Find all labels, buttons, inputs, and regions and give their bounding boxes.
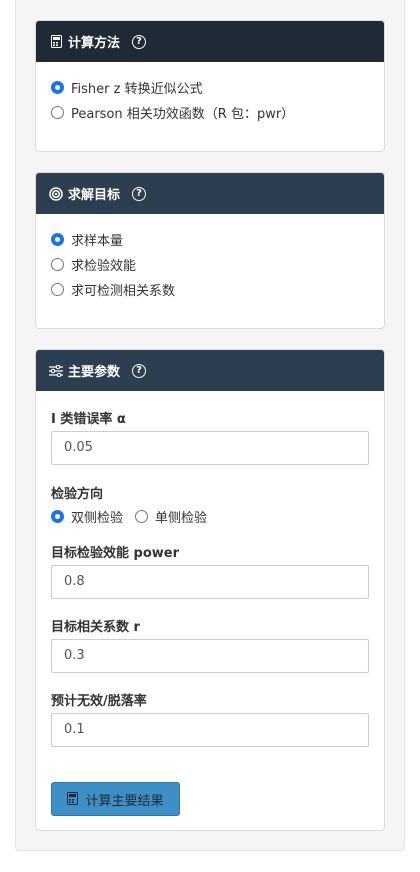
target-option-label: 求可检测相关系数 bbox=[71, 284, 176, 299]
target-option-detectable-r[interactable]: 求可检测相关系数 bbox=[36, 277, 384, 302]
sliders-icon bbox=[49, 364, 63, 378]
direction-label: 检验方向 bbox=[51, 487, 104, 502]
alpha-label: I 类错误率 α bbox=[51, 412, 126, 427]
radio-button[interactable] bbox=[51, 233, 64, 246]
method-option-label: Pearson 相关功效函数（R 包：pwr） bbox=[71, 107, 295, 122]
target-option-label: 求检验效能 bbox=[71, 259, 137, 274]
help-icon[interactable]: ? bbox=[132, 363, 147, 378]
target-option-power[interactable]: 求检验效能 bbox=[36, 252, 384, 277]
target-icon bbox=[49, 186, 63, 201]
direction-radio-group: 双侧检验 单侧检验 bbox=[51, 507, 219, 526]
method-panel-title: 计算方法 bbox=[68, 36, 121, 51]
radio-button[interactable] bbox=[51, 258, 64, 271]
params-panel-header: 主要参数 ? bbox=[36, 350, 384, 391]
radio-button[interactable] bbox=[51, 81, 64, 94]
calculator-icon bbox=[67, 792, 79, 806]
dropout-label: 预计无效/脱落率 bbox=[51, 694, 147, 709]
help-icon[interactable]: ? bbox=[132, 34, 147, 49]
params-panel: 主要参数 ? I 类错误率 α 0.05 检验方向 双侧检验 单侧检验 目标检验… bbox=[35, 349, 385, 831]
method-option-fisher[interactable]: Fisher z 转换近似公式 bbox=[36, 75, 384, 100]
r-input[interactable]: 0.3 bbox=[51, 639, 369, 673]
method-option-pearson[interactable]: Pearson 相关功效函数（R 包：pwr） bbox=[36, 100, 384, 125]
dropout-input[interactable]: 0.1 bbox=[51, 713, 369, 747]
target-option-label: 求样本量 bbox=[71, 234, 124, 249]
radio-button[interactable] bbox=[51, 510, 64, 523]
help-icon[interactable]: ? bbox=[132, 186, 147, 201]
r-label: 目标相关系数 r bbox=[51, 620, 140, 635]
sidebar-well: 计算方法 ? Fisher z 转换近似公式 Pearson 相关功效函数（R … bbox=[15, 0, 405, 851]
direction-option-label: 单侧检验 bbox=[155, 511, 208, 526]
power-label: 目标检验效能 power bbox=[51, 546, 180, 561]
compute-button[interactable]: 计算主要结果 bbox=[51, 782, 180, 816]
radio-button[interactable] bbox=[51, 283, 64, 296]
direction-option-label: 双侧检验 bbox=[71, 511, 124, 526]
alpha-input[interactable]: 0.05 bbox=[51, 431, 369, 465]
compute-button-label: 计算主要结果 bbox=[85, 793, 164, 809]
direction-option-one-sided[interactable]: 单侧检验 bbox=[135, 507, 207, 526]
params-panel-title: 主要参数 bbox=[68, 365, 121, 380]
radio-button[interactable] bbox=[135, 510, 149, 523]
power-input[interactable]: 0.8 bbox=[51, 565, 369, 599]
radio-button[interactable] bbox=[51, 106, 64, 119]
method-option-label: Fisher z 转换近似公式 bbox=[71, 82, 203, 97]
method-panel: 计算方法 ? Fisher z 转换近似公式 Pearson 相关功效函数（R … bbox=[35, 20, 385, 152]
method-panel-header: 计算方法 ? bbox=[36, 21, 384, 62]
target-panel: 求解目标 ? 求样本量 求检验效能 求可检测相关系数 bbox=[35, 172, 385, 329]
calculator-icon bbox=[49, 35, 63, 49]
target-panel-title: 求解目标 bbox=[68, 188, 121, 203]
target-panel-header: 求解目标 ? bbox=[36, 173, 384, 214]
target-option-sample-size[interactable]: 求样本量 bbox=[36, 227, 384, 252]
direction-option-two-sided[interactable]: 双侧检验 bbox=[51, 507, 123, 526]
